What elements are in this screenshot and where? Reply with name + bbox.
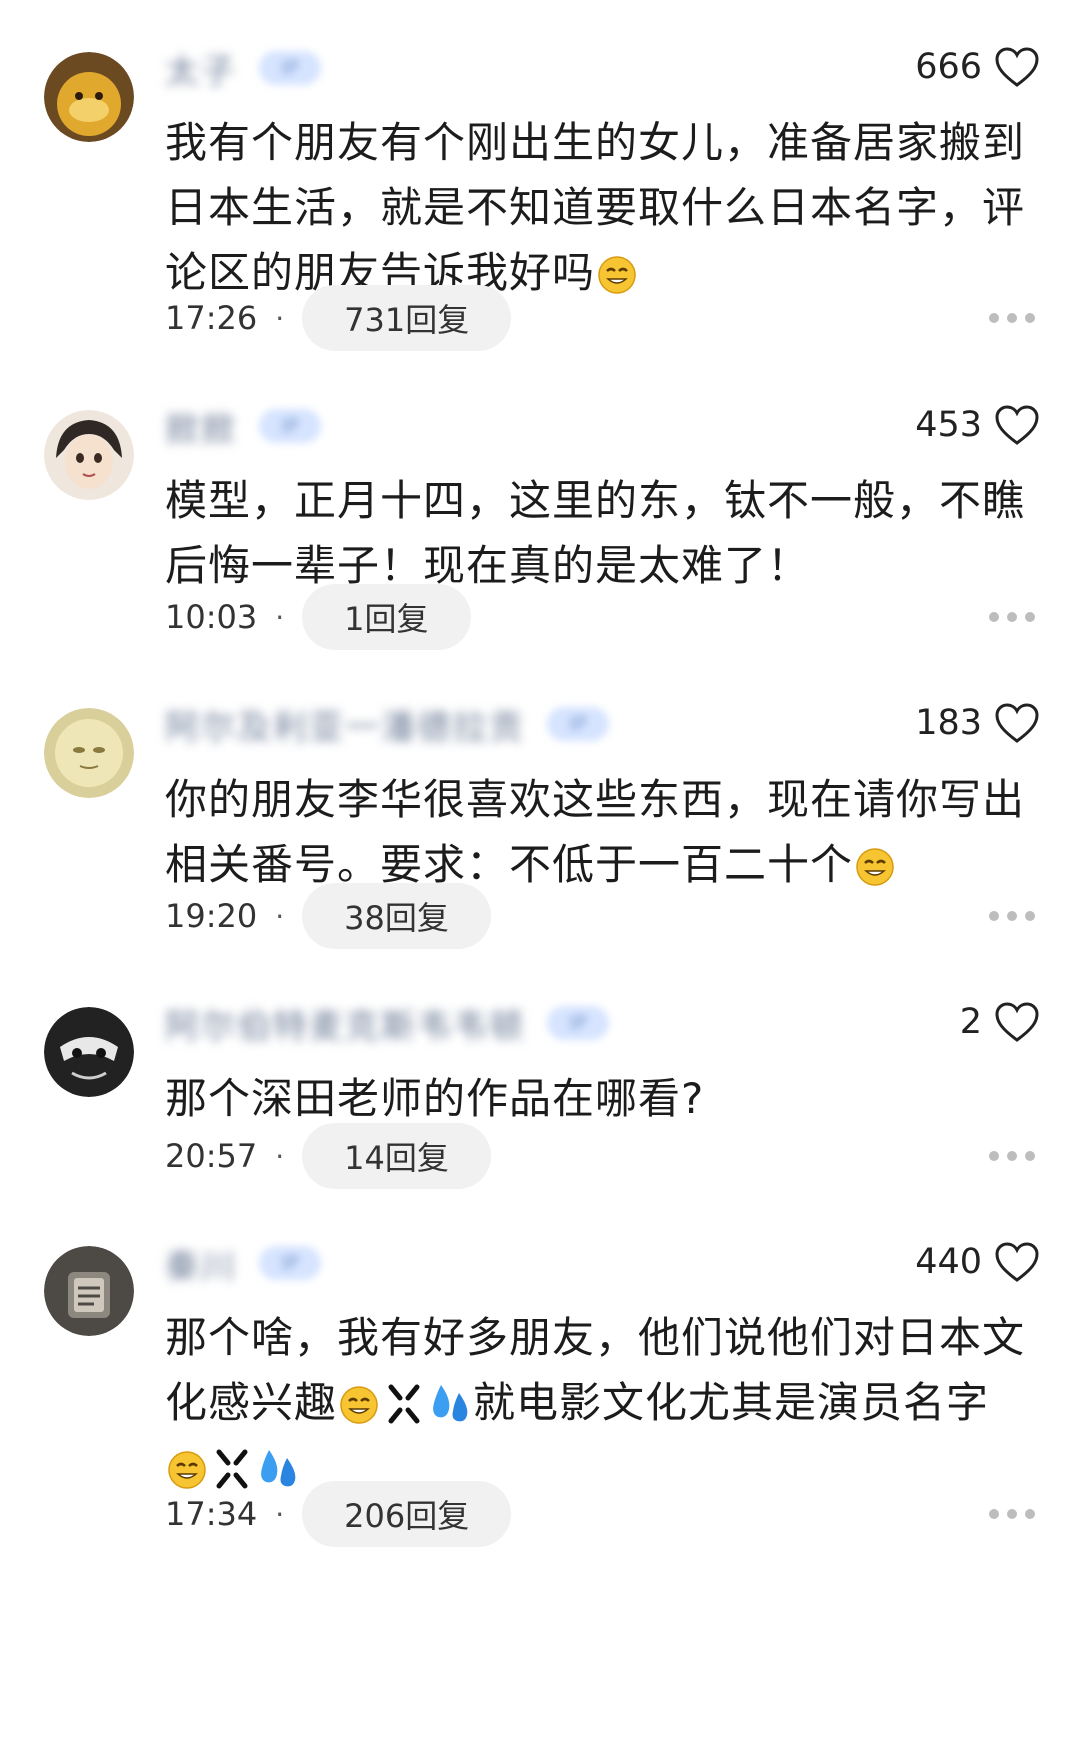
comment-text-part: 就电影文化尤其是演员名字 [473, 1378, 990, 1427]
like-count: 666 [915, 47, 982, 87]
avatar[interactable] [44, 410, 134, 500]
heart-outline-icon[interactable] [994, 404, 1040, 446]
separator-dot: · [275, 600, 285, 634]
reply-count-button[interactable]: 206回复 [302, 1481, 512, 1547]
comment-text-part: 那个深田老师的作品在哪看? [165, 1074, 705, 1123]
smile-emoji-icon [340, 1386, 378, 1424]
comment-list: 太子 IP 666 我有个朋友有个刚出生的女儿，准备居家搬到日本生活，就是不知道… [0, 0, 1080, 1758]
comment-header: 秦川 IP [165, 1243, 321, 1287]
heart-outline-icon[interactable] [994, 46, 1040, 88]
comment-text-part: 我有个朋友有个刚出生的女儿，准备居家搬到日本生活，就是不知道要取什么日本名字，评… [165, 118, 1026, 297]
like-count: 2 [959, 1002, 982, 1042]
timestamp: 10:03 [165, 598, 258, 636]
more-dots-icon[interactable] [986, 310, 1038, 326]
comment-footer: 17:26 · 731回复 [165, 285, 512, 351]
timestamp: 17:26 [165, 299, 258, 337]
heart-outline-icon[interactable] [994, 1241, 1040, 1283]
more-dots-icon[interactable] [986, 1506, 1038, 1522]
comment-text: 我有个朋友有个刚出生的女儿，准备居家搬到日本生活，就是不知道要取什么日本名字，评… [165, 110, 1045, 305]
heart-outline-icon[interactable] [994, 1001, 1040, 1043]
username[interactable]: 阿尔伯特麦克斯韦韦顿 [165, 999, 525, 1048]
username[interactable]: 太子 [165, 44, 237, 93]
comment-text: 模型，正月十四，这里的东，钛不一般，不瞧后悔一辈子！现在真的是太难了！ [165, 468, 1045, 598]
comment-header: 阿尔伯特麦克斯韦韦顿 IP [165, 1003, 609, 1047]
like-count: 183 [915, 703, 982, 743]
like-count: 453 [915, 405, 982, 445]
timestamp: 20:57 [165, 1137, 258, 1175]
comment-header: 太子 IP [165, 48, 321, 92]
separator-dot: · [275, 301, 285, 335]
more-dots-icon[interactable] [986, 609, 1038, 625]
reply-count-button[interactable]: 731回复 [302, 285, 512, 351]
comment-footer: 17:34 · 206回复 [165, 1481, 512, 1547]
sweat-emoji-icon [433, 1385, 468, 1422]
like-count: 440 [915, 1242, 982, 1282]
comment-text-part: 模型，正月十四，这里的东，钛不一般，不瞧后悔一辈子！现在真的是太难了！ [165, 476, 1026, 590]
heart-outline-icon[interactable] [994, 702, 1040, 744]
like-group: 453 [915, 402, 1040, 448]
comment-header: 掀掀 IP [165, 406, 321, 450]
reply-count-button[interactable]: 38回复 [302, 883, 491, 949]
timestamp: 17:34 [165, 1495, 258, 1533]
reply-count-button[interactable]: 1回复 [302, 584, 471, 650]
avatar[interactable] [44, 1246, 134, 1336]
comment-text-part: 你的朋友李华很喜欢这些东西，现在请你写出相关番号。要求：不低于一百二十个 [165, 775, 1026, 889]
ip-badge: IP [259, 1246, 321, 1280]
username[interactable]: 秦川 [165, 1239, 237, 1288]
avatar-image [44, 1007, 134, 1097]
comment-footer: 20:57 · 14回复 [165, 1123, 491, 1189]
avatar-image [44, 708, 134, 798]
separator-dot: · [275, 899, 285, 933]
avatar[interactable] [44, 52, 134, 142]
separator-dot: · [275, 1139, 285, 1173]
more-dots-icon[interactable] [986, 908, 1038, 924]
username[interactable]: 掀掀 [165, 402, 237, 451]
avatar-image [44, 52, 134, 142]
ip-badge: IP [259, 51, 321, 85]
separator-dot: · [275, 1497, 285, 1531]
avatar-image [44, 1246, 134, 1336]
ip-badge: IP [547, 1006, 609, 1040]
comment-footer: 19:20 · 38回复 [165, 883, 491, 949]
comment-text: 你的朋友李华很喜欢这些东西，现在请你写出相关番号。要求：不低于一百二十个 [165, 767, 1045, 897]
ip-badge: IP [259, 409, 321, 443]
comment-text: 那个啥，我有好多朋友，他们说他们对日本文化感兴趣 就电影文化尤其是演员名字 [165, 1305, 1045, 1500]
avatar[interactable] [44, 708, 134, 798]
like-group: 183 [915, 700, 1040, 746]
timestamp: 19:20 [165, 897, 258, 935]
avatar-image [44, 410, 134, 500]
ip-badge: IP [547, 707, 609, 741]
more-dots-icon[interactable] [986, 1148, 1038, 1164]
comment-header: 阿尔及利亚一潘德拉贡 IP [165, 704, 609, 748]
anger-emoji-icon [388, 1384, 420, 1424]
like-group: 440 [915, 1239, 1040, 1285]
reply-count-button[interactable]: 14回复 [302, 1123, 491, 1189]
smile-emoji-icon [598, 256, 636, 294]
username[interactable]: 阿尔及利亚一潘德拉贡 [165, 700, 525, 749]
avatar[interactable] [44, 1007, 134, 1097]
like-group: 2 [960, 999, 1040, 1045]
comment-footer: 10:03 · 1回复 [165, 584, 471, 650]
smile-emoji-icon [856, 848, 894, 886]
like-group: 666 [915, 44, 1040, 90]
comment-text: 那个深田老师的作品在哪看? [165, 1066, 1045, 1131]
